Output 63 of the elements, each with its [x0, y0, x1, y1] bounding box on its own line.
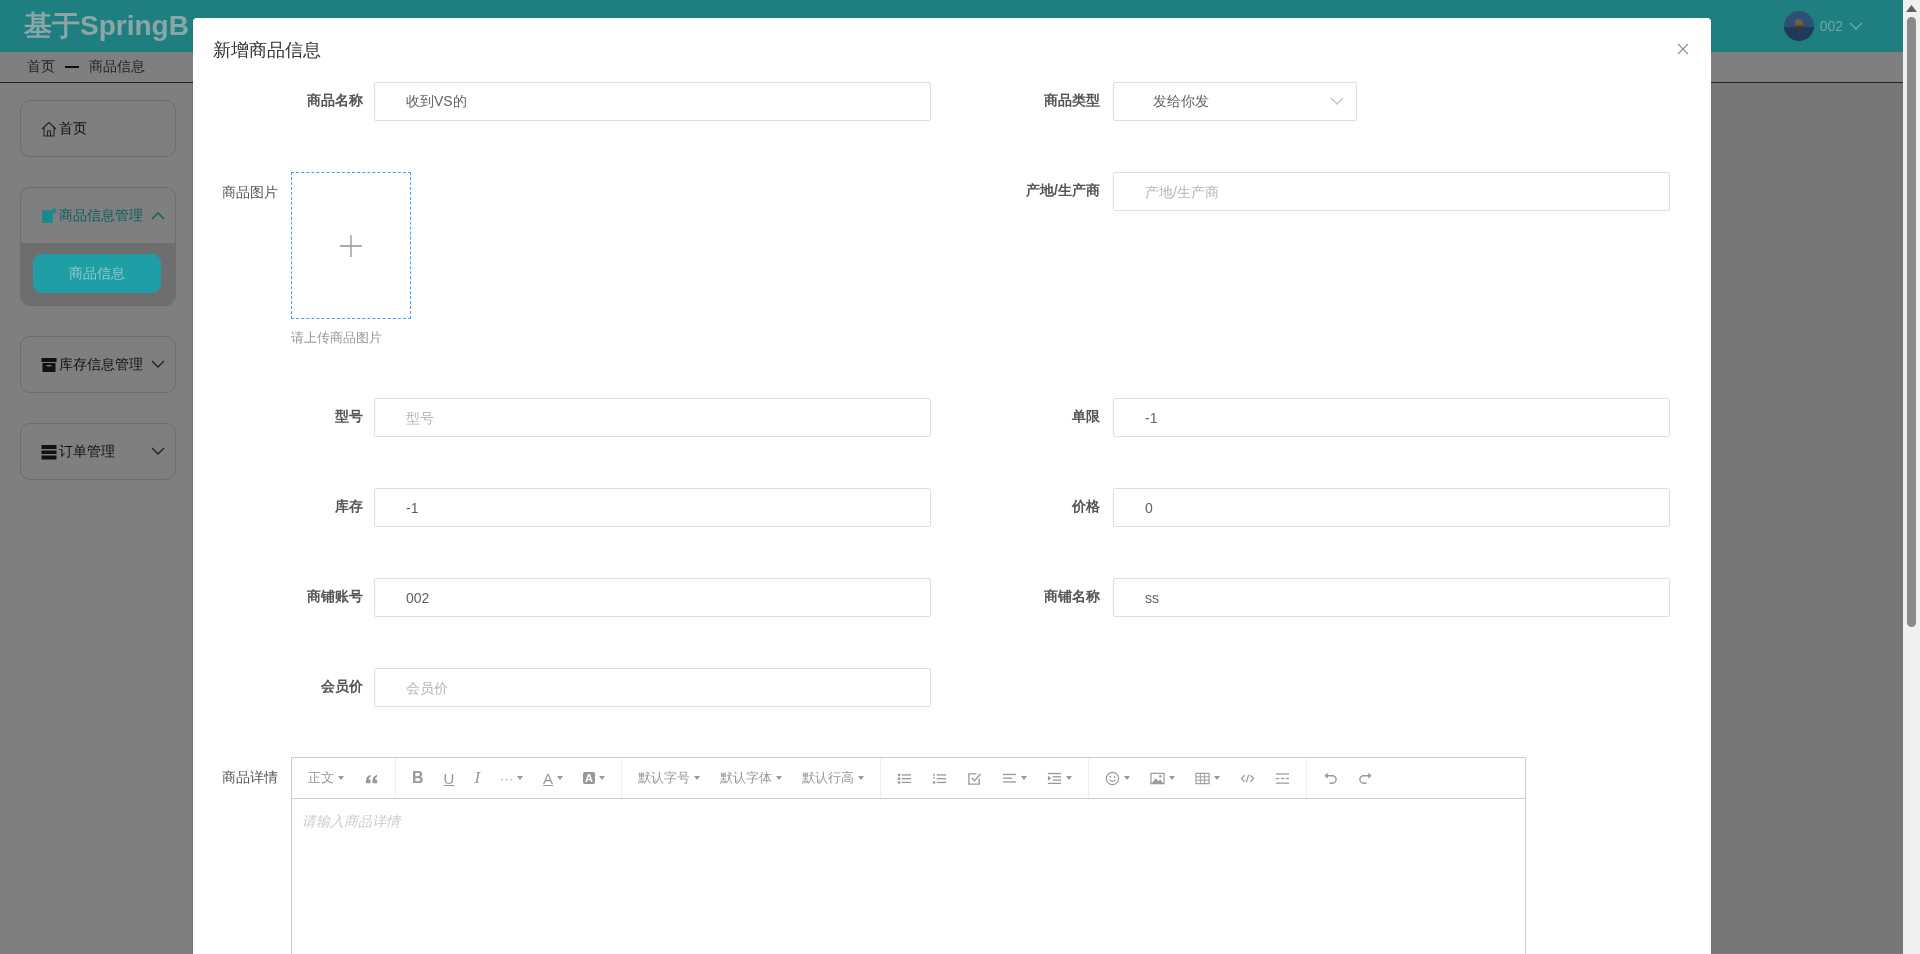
sidebar-item[interactable]: 首页	[20, 100, 176, 157]
caret-icon	[1169, 776, 1176, 780]
text-field[interactable]: 会员价	[374, 668, 931, 707]
toolbar-button[interactable]: B	[402, 758, 434, 798]
breadcrumb-item[interactable]: 首页	[27, 58, 55, 76]
text-field[interactable]: -1	[1113, 398, 1670, 437]
text-field[interactable]: ss	[1113, 578, 1670, 617]
chevron-down-icon	[1330, 97, 1344, 106]
caret-icon	[338, 776, 344, 780]
toolbar-button[interactable]: A	[533, 758, 574, 798]
toolbar-button[interactable]: U	[433, 758, 465, 798]
type-dropdown[interactable]: 发给你发	[1113, 82, 1357, 121]
text-field[interactable]: -1	[374, 488, 931, 527]
close-icon	[1677, 42, 1689, 55]
image-upload[interactable]	[291, 172, 411, 319]
text-field[interactable]: 型号	[374, 398, 931, 437]
text-field[interactable]: 产地/生产商	[1113, 172, 1670, 211]
toolbar-button[interactable]: ···	[490, 758, 534, 798]
app-title: 基于SpringB	[24, 9, 189, 43]
caret-icon	[694, 776, 701, 780]
plus-icon	[339, 233, 363, 258]
toolbar-button[interactable]: 默认字体	[710, 758, 793, 798]
caret-icon	[1066, 776, 1073, 780]
scrollbar[interactable]	[1903, 0, 1920, 954]
sidebar-subitem[interactable]: 商品信息	[33, 254, 161, 293]
list-icon	[41, 443, 57, 460]
image-icon	[1150, 770, 1166, 786]
indent-icon	[1047, 770, 1063, 786]
text-field[interactable]: 收到VS的	[374, 82, 931, 121]
toolbar-button[interactable]: I	[464, 758, 491, 798]
caret-icon	[776, 776, 783, 780]
caret-icon	[557, 776, 564, 780]
caret-icon	[858, 776, 865, 780]
undo-icon	[1323, 770, 1339, 786]
toolbar-button[interactable]: A	[573, 758, 616, 798]
table-icon	[1195, 770, 1211, 786]
document-icon	[41, 207, 57, 224]
upload-hint: 请上传商品图片	[291, 329, 383, 347]
caret-icon	[517, 776, 524, 780]
smiley-icon	[1105, 770, 1121, 786]
divider-icon	[1275, 770, 1291, 786]
caret-icon	[1021, 776, 1028, 780]
sidebar-group[interactable]: 库存信息管理	[20, 336, 176, 393]
home-icon	[41, 120, 57, 137]
sidebar-group[interactable]: 商品信息管理 商品信息	[20, 187, 176, 306]
text-field[interactable]: 0	[1113, 488, 1670, 527]
chevron-down-icon	[1849, 21, 1863, 31]
dialog-title: 新增商品信息	[213, 39, 321, 62]
breadcrumb-item[interactable]: 商品信息	[89, 58, 145, 76]
numbered-list-icon	[932, 770, 948, 786]
caret-icon	[1124, 776, 1131, 780]
archive-icon	[41, 356, 57, 373]
text-field[interactable]: 002	[374, 578, 931, 617]
caret-icon	[1214, 776, 1221, 780]
toolbar-button[interactable]: 默认字号	[628, 758, 711, 798]
sidebar-group[interactable]: 订单管理	[20, 423, 176, 480]
checkbox-icon	[967, 770, 983, 786]
redo-icon	[1358, 770, 1374, 786]
toolbar-button[interactable]: 正文	[298, 758, 354, 798]
caret-icon	[599, 776, 606, 780]
user-name[interactable]: 002	[1819, 18, 1843, 34]
toolbar-button[interactable]: 默认行高	[792, 758, 875, 798]
scroll-up-icon[interactable]	[1906, 4, 1917, 12]
